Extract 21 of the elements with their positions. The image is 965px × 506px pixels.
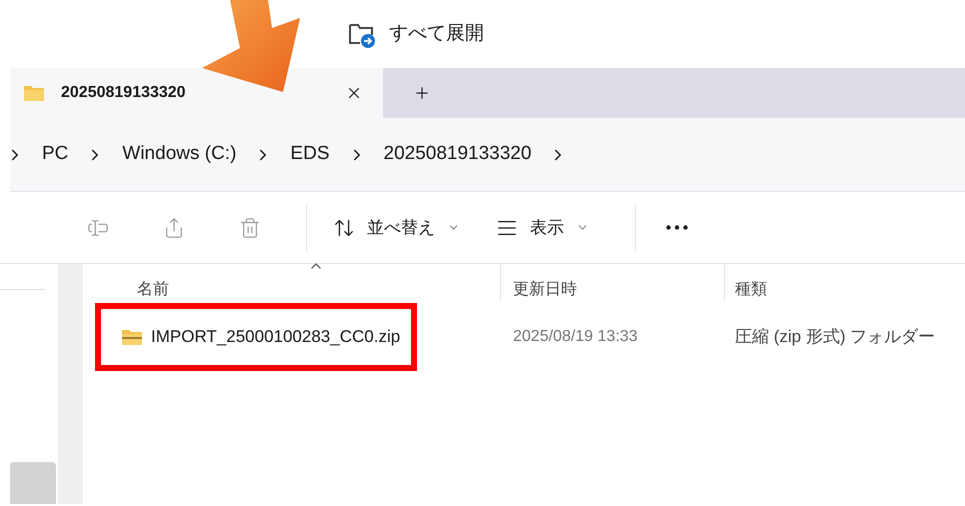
breadcrumb-item[interactable]: EDS <box>290 140 330 169</box>
column-header[interactable]: 更新日時 <box>500 264 724 302</box>
column-header[interactable]: 名前 <box>0 264 500 302</box>
folder-icon <box>23 84 45 102</box>
tab-title: 20250819133320 <box>61 83 187 103</box>
breadcrumb-item[interactable]: 20250819133320 <box>384 140 532 169</box>
extract-all-button[interactable]: すべて展開 <box>343 19 488 49</box>
column-header[interactable]: 種類 <box>724 264 965 302</box>
file-type: 圧縮 (zip 形式) フォルダー <box>734 326 936 348</box>
more-icon <box>666 225 688 230</box>
scrollbar-thumb[interactable] <box>10 462 56 504</box>
sort-menu-button[interactable]: 並べ替え <box>325 206 468 248</box>
delete-icon <box>239 216 261 238</box>
modified-date: 2025/08/19 13:33 <box>512 327 639 347</box>
zip-folder-icon <box>121 328 143 346</box>
view-menu-button[interactable]: 表示 <box>488 206 597 248</box>
tab[interactable]: 20250819133320 <box>10 68 383 118</box>
breadcrumb-item[interactable]: Windows (C:) <box>122 140 236 169</box>
breadcrumb-item[interactable]: PC <box>42 140 68 169</box>
share-icon <box>163 216 185 238</box>
file-name-cell[interactable]: IMPORT_25000100283_CC0.zip <box>95 303 417 371</box>
